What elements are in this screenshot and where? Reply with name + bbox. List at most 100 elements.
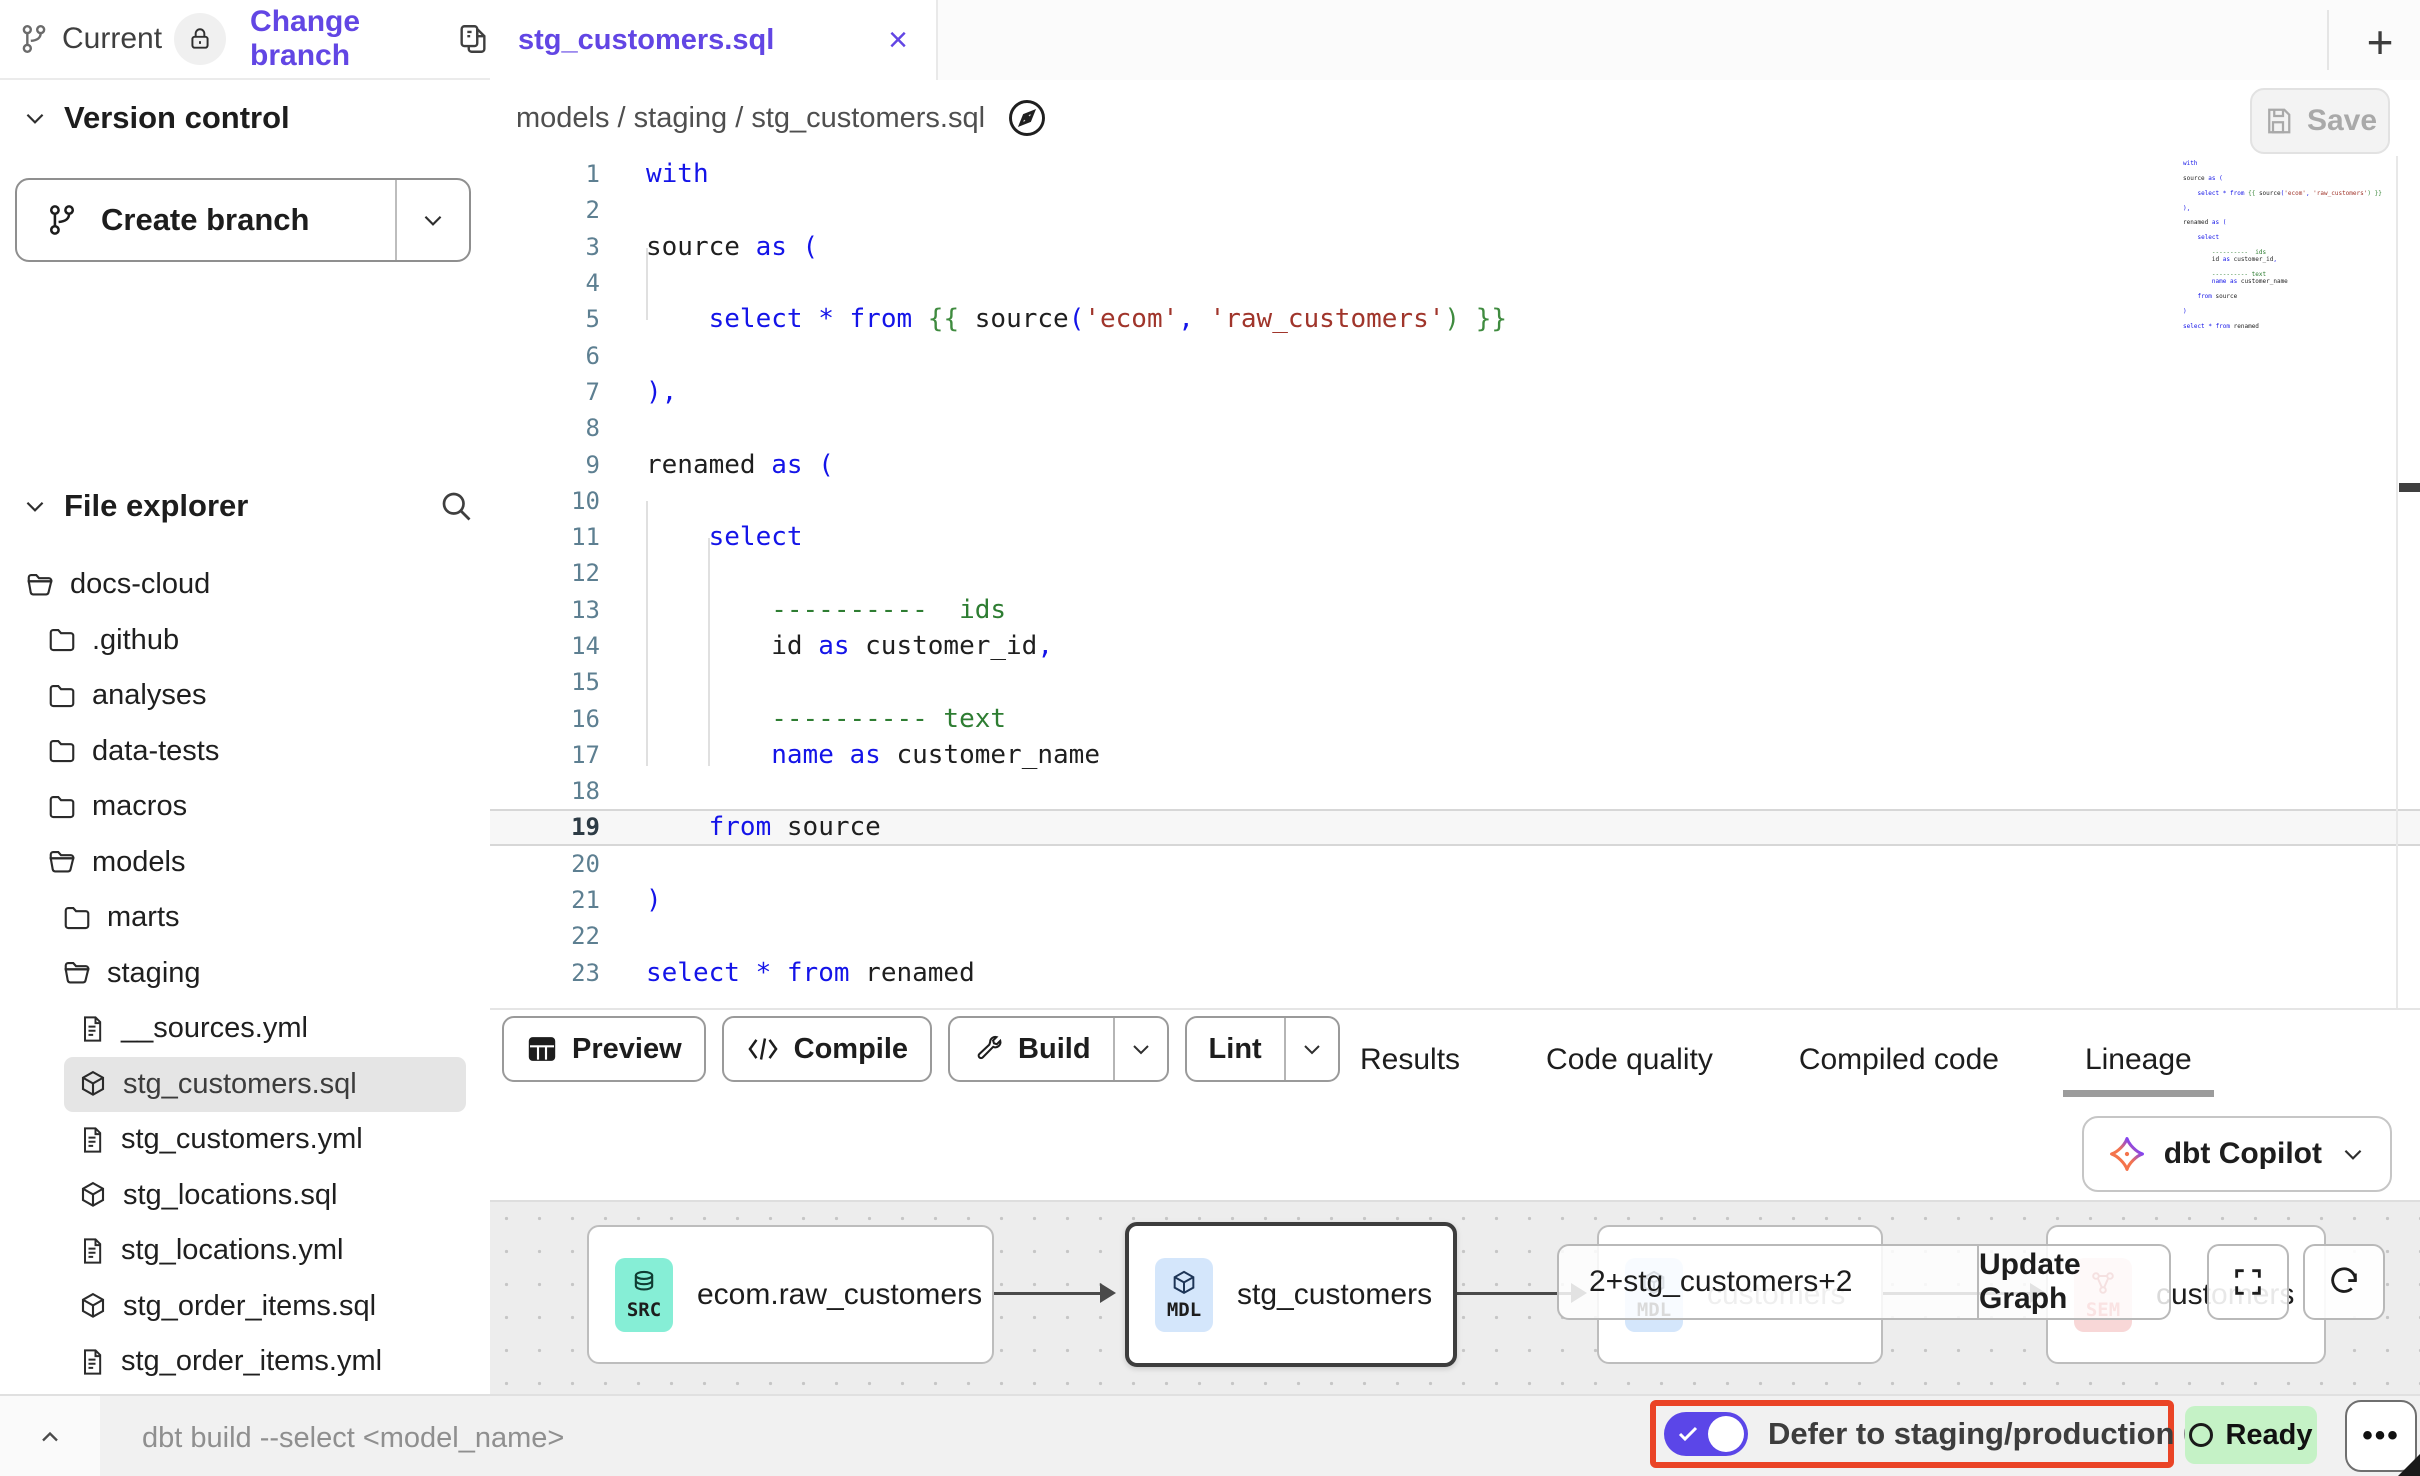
graph-selector-input[interactable] xyxy=(1559,1246,1977,1318)
collapse-command-bar[interactable] xyxy=(0,1396,100,1476)
code-line-9[interactable]: 9renamed as ( xyxy=(490,446,2420,482)
branch-lock-badge xyxy=(174,13,226,65)
refresh-button[interactable] xyxy=(2303,1244,2385,1320)
tree-item-stg-customers-yml[interactable]: stg_customers.yml xyxy=(64,1112,466,1168)
tree-item-data-tests[interactable]: data-tests xyxy=(33,724,466,780)
code-line-6[interactable]: 6 xyxy=(490,337,2420,373)
defer-highlight-annotation: Defer to staging/production ? xyxy=(1650,1400,2174,1468)
change-branch-link[interactable]: Change branch xyxy=(250,5,434,73)
code-line-15[interactable]: 15 xyxy=(490,664,2420,700)
defer-label: Defer to staging/production xyxy=(1768,1416,2174,1452)
compass-icon[interactable] xyxy=(1005,96,1049,140)
tree-item--github[interactable]: .github xyxy=(33,613,466,669)
dbt-copilot-button[interactable]: dbt Copilot xyxy=(2082,1116,2392,1192)
save-button[interactable]: Save xyxy=(2250,88,2390,154)
preview-button[interactable]: Preview xyxy=(502,1016,706,1082)
tab-stg-customers-sql[interactable]: stg_customers.sql × xyxy=(490,0,938,80)
cube-icon xyxy=(1170,1269,1198,1297)
code-line-2[interactable]: 2 xyxy=(490,192,2420,228)
code-line-22[interactable]: 22 xyxy=(490,918,2420,954)
code-line-1[interactable]: 1with xyxy=(490,156,2420,192)
editor-scrollbar xyxy=(2396,156,2398,1008)
code-line-8[interactable]: 8 xyxy=(490,410,2420,446)
lock-icon xyxy=(187,26,213,52)
code-line-19[interactable]: 19 from source xyxy=(490,809,2420,845)
code-line-10[interactable]: 10 xyxy=(490,483,2420,519)
copy-icon[interactable] xyxy=(456,22,490,56)
tree-item-label: macros xyxy=(92,790,187,823)
lineage-node-stg-customers[interactable]: MDL stg_customers xyxy=(1125,1222,1457,1367)
tree-item-stg-customers-sql[interactable]: stg_customers.sql xyxy=(64,1057,466,1113)
tree-item-staging[interactable]: staging xyxy=(48,946,466,1002)
cube-icon xyxy=(78,1180,108,1210)
code-line-3[interactable]: 3source as ( xyxy=(490,229,2420,265)
compile-label: Compile xyxy=(794,1033,908,1066)
tree-item--sources-yml[interactable]: __sources.yml xyxy=(64,1001,466,1057)
code-line-13[interactable]: 13 ---------- ids xyxy=(490,592,2420,628)
compile-button[interactable]: Compile xyxy=(722,1016,932,1082)
tab-lineage[interactable]: Lineage xyxy=(2075,1017,2202,1103)
code-line-5[interactable]: 5 select * from {{ source('ecom', 'raw_c… xyxy=(490,301,2420,337)
tree-item-analyses[interactable]: analyses xyxy=(33,668,466,724)
tree-item-models[interactable]: models xyxy=(33,835,466,891)
create-branch-button[interactable]: Create branch xyxy=(15,178,471,262)
tree-item-label: stg_locations.yml xyxy=(121,1234,343,1267)
graph-selector-toolbar: Update Graph xyxy=(1557,1244,2171,1320)
chevron-down-icon xyxy=(2340,1141,2366,1167)
scrollbar-thumb[interactable] xyxy=(2399,483,2420,492)
lint-label: Lint xyxy=(1209,1033,1262,1066)
version-control-header[interactable]: Version control xyxy=(22,100,290,136)
line-number: 13 xyxy=(490,596,646,624)
code-line-17[interactable]: 17 name as customer_name xyxy=(490,737,2420,773)
code-line-16[interactable]: 16 ---------- text xyxy=(490,700,2420,736)
code-line-23[interactable]: 23select * from renamed xyxy=(490,955,2420,991)
lint-button[interactable]: Lint xyxy=(1185,1016,1340,1082)
save-icon xyxy=(2263,106,2293,136)
current-branch[interactable]: Current xyxy=(18,13,226,65)
fullscreen-button[interactable] xyxy=(2207,1244,2289,1320)
tree-item-stg-order-items-sql[interactable]: stg_order_items.sql xyxy=(64,1279,466,1335)
folder-open-icon xyxy=(62,958,92,988)
lineage-edge-arrow xyxy=(1100,1283,1116,1303)
build-button[interactable]: Build xyxy=(948,1016,1169,1082)
lineage-edge xyxy=(994,1292,1100,1295)
close-icon[interactable]: × xyxy=(888,23,908,57)
tree-item-stg-locations-sql[interactable]: stg_locations.sql xyxy=(64,1168,466,1224)
tree-item-marts[interactable]: marts xyxy=(48,890,466,946)
code-line-20[interactable]: 20 xyxy=(490,846,2420,882)
update-graph-button[interactable]: Update Graph xyxy=(1977,1246,2169,1318)
lineage-node-ecom-raw-customers[interactable]: SRC ecom.raw_customers xyxy=(587,1225,994,1364)
dbt-logo-icon xyxy=(2108,1135,2146,1173)
new-tab-button[interactable]: + xyxy=(2352,14,2408,70)
code-line-11[interactable]: 11 select xyxy=(490,519,2420,555)
lint-dropdown[interactable] xyxy=(1284,1018,1338,1080)
line-number: 8 xyxy=(490,414,646,442)
tab-compiled-code[interactable]: Compiled code xyxy=(1789,1017,2009,1103)
tree-item-stg-locations-yml[interactable]: stg_locations.yml xyxy=(64,1223,466,1279)
tree-item-stg-order-items-yml[interactable]: stg_order_items.yml xyxy=(64,1334,466,1390)
code-line-14[interactable]: 14 id as customer_id, xyxy=(490,628,2420,664)
build-dropdown[interactable] xyxy=(1113,1018,1167,1080)
code-editor[interactable]: 1with23source as (45 select * from {{ so… xyxy=(490,156,2420,1008)
line-number: 10 xyxy=(490,487,646,515)
code-line-21[interactable]: 21) xyxy=(490,882,2420,918)
resize-corner xyxy=(2398,1454,2420,1476)
build-label: Build xyxy=(1018,1033,1091,1066)
code-line-12[interactable]: 12 xyxy=(490,555,2420,591)
code-line-7[interactable]: 7), xyxy=(490,374,2420,410)
code-line-18[interactable]: 18 xyxy=(490,773,2420,809)
file-explorer-header[interactable]: File explorer xyxy=(22,488,248,524)
tree-item-macros[interactable]: macros xyxy=(33,779,466,835)
chevron-down-icon xyxy=(1300,1037,1324,1061)
defer-toggle[interactable] xyxy=(1664,1412,1748,1456)
search-icon[interactable] xyxy=(438,488,474,524)
command-input[interactable] xyxy=(102,1396,1524,1476)
tab-code-quality[interactable]: Code quality xyxy=(1536,1017,1723,1103)
tree-item-docs-cloud[interactable]: docs-cloud xyxy=(11,557,466,613)
node-label: ecom.raw_customers xyxy=(697,1278,982,1312)
lineage-graph[interactable]: SRC ecom.raw_customers MDL stg_customers… xyxy=(490,1200,2420,1396)
tab-results[interactable]: Results xyxy=(1350,1017,1470,1103)
create-branch-dropdown[interactable] xyxy=(395,180,469,260)
code-line-4[interactable]: 4 xyxy=(490,265,2420,301)
file-explorer-title: File explorer xyxy=(64,488,248,524)
